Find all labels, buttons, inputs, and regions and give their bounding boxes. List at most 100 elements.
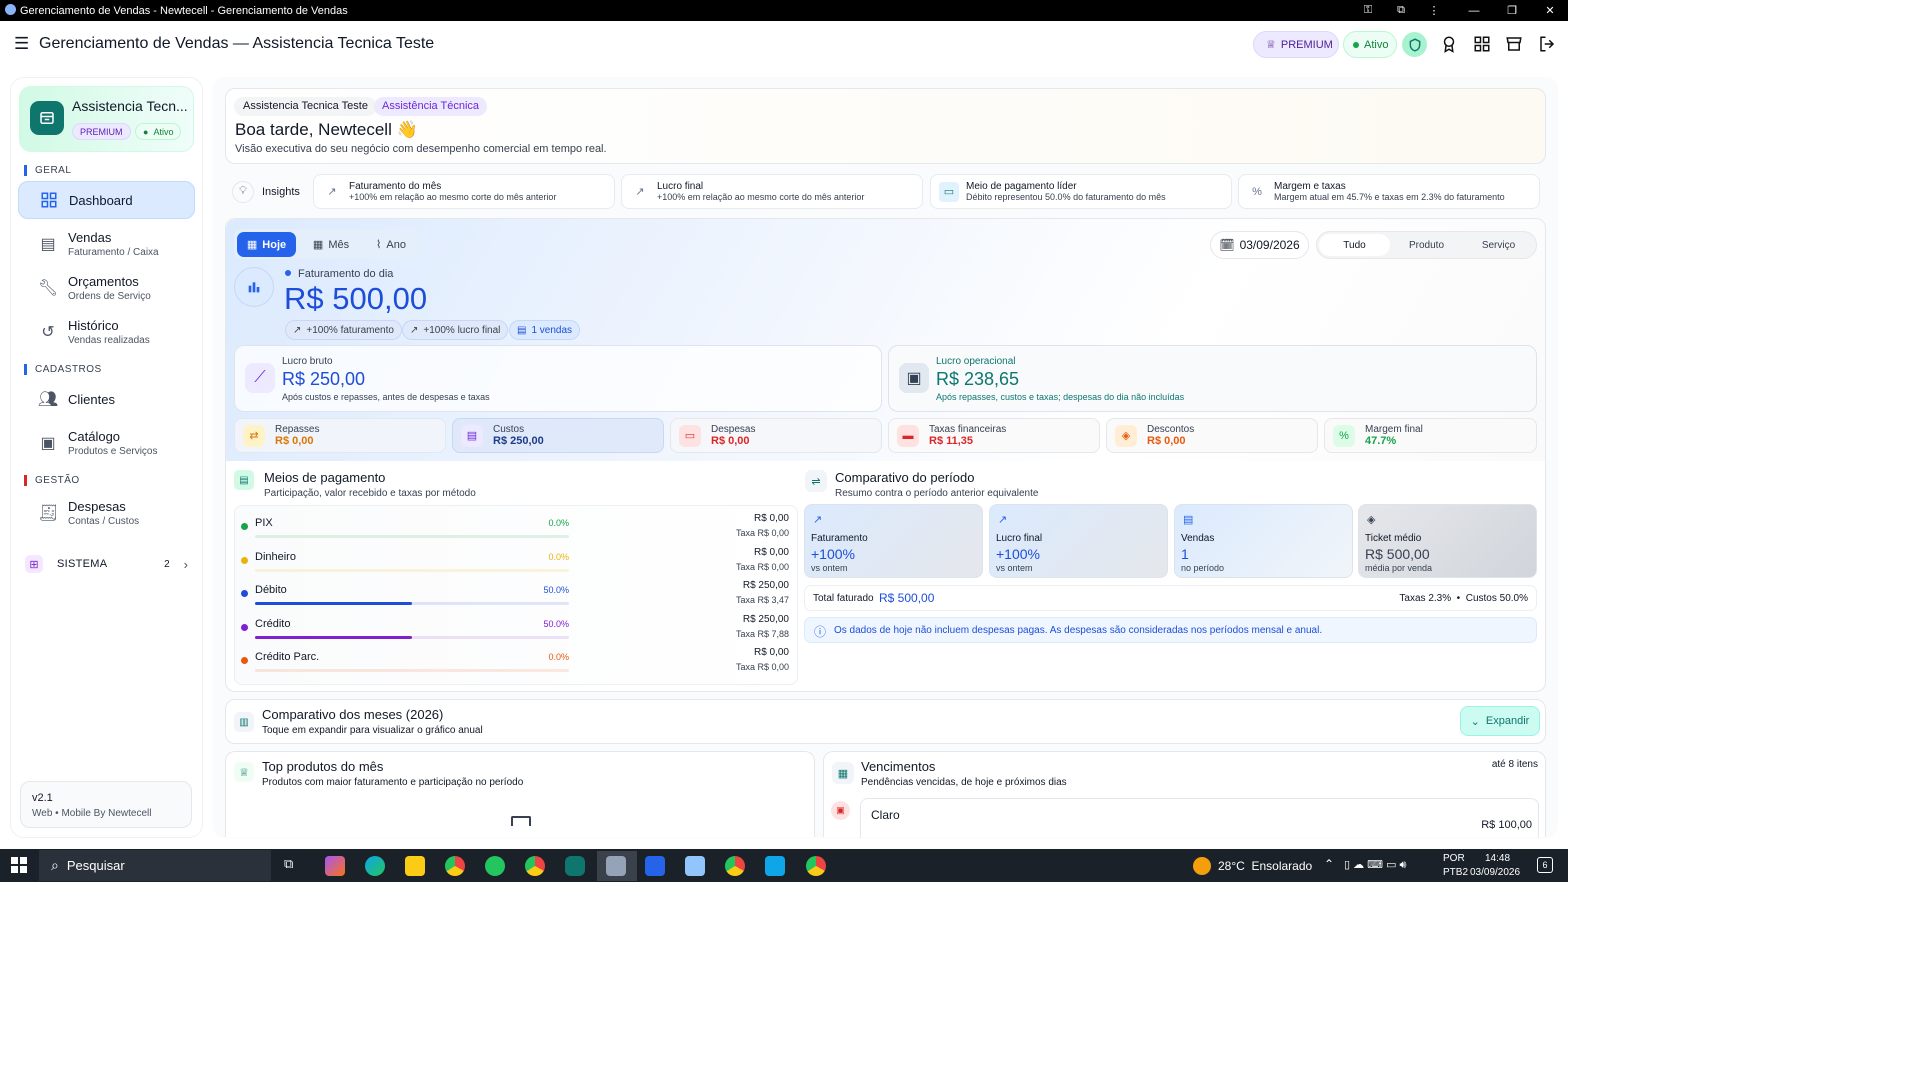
sidebar-item-historico[interactable]: ↺ Histórico Vendas realizadas bbox=[18, 313, 195, 351]
app-icon[interactable] bbox=[765, 856, 785, 876]
metric-label: Custos bbox=[493, 424, 525, 435]
sidebar-item-sub: Faturamento / Caixa bbox=[68, 247, 159, 258]
clock-time[interactable]: 14:48 bbox=[1485, 853, 1510, 864]
language-code[interactable]: POR bbox=[1443, 853, 1465, 864]
taskbar-search[interactable]: ⌕ Pesquisar bbox=[39, 850, 271, 881]
sidebar-item-label: Dashboard bbox=[69, 192, 133, 208]
extension-icon[interactable]: ⧉ bbox=[1383, 0, 1419, 21]
menu-icon[interactable]: ☰ bbox=[14, 34, 29, 54]
receipt-icon: 🧾︎ bbox=[37, 505, 59, 522]
badge-label: +100% faturamento bbox=[306, 324, 394, 336]
box-icon: ▣ bbox=[40, 435, 56, 452]
due-item[interactable]: Claro R$ 100,00 bbox=[860, 798, 1539, 838]
calendar-icon: 🗓︎ bbox=[1219, 238, 1235, 252]
insight-card[interactable]: ↗ Faturamento do mês +100% em relação ao m… bbox=[313, 174, 615, 209]
chart-line-icon: ⌇ bbox=[376, 239, 382, 251]
insight-card[interactable]: ↗ Lucro final +100% em relação ao mesmo co… bbox=[621, 174, 923, 209]
section-geral: GERAL bbox=[24, 165, 71, 176]
more-icon[interactable]: ⋮ bbox=[1416, 0, 1452, 21]
compare-label: Vendas bbox=[1181, 533, 1215, 544]
payment-tax: Taxa R$ 0,00 bbox=[735, 662, 789, 672]
keyboard-layout[interactable]: PTB2 bbox=[1443, 867, 1468, 878]
store-icon[interactable] bbox=[1505, 35, 1523, 58]
insight-sub: Débito representou 50.0% do faturamento … bbox=[966, 192, 1166, 202]
receipt-icon: ▭ bbox=[679, 424, 701, 447]
app-header: ☰ Gerenciamento de Vendas — Assistencia … bbox=[0, 21, 1568, 68]
badge-faturamento: ↗ +100% faturamento bbox=[285, 320, 402, 340]
store-name: Assistencia Tecn... bbox=[72, 98, 188, 114]
chevron-up-icon[interactable]: ⌃ bbox=[1324, 857, 1334, 871]
sidebar-item-catalogo[interactable]: ▣ Catálogo Produtos e Serviços bbox=[18, 424, 195, 462]
vscode-icon[interactable] bbox=[645, 856, 665, 876]
windows-start-icon[interactable] bbox=[11, 857, 27, 878]
status-label: Ativo bbox=[153, 126, 174, 137]
restore-button[interactable]: ❐ bbox=[1494, 0, 1530, 21]
copilot-icon[interactable] bbox=[325, 856, 345, 876]
metric-despesas: ▭ Despesas R$ 0,00 bbox=[670, 418, 882, 453]
chrome-icon[interactable] bbox=[445, 856, 465, 876]
payment-name: Débito bbox=[255, 584, 287, 596]
gross-profit-label: Lucro bruto bbox=[282, 356, 333, 367]
filter-tudo[interactable]: Tudo bbox=[1319, 234, 1390, 256]
award-icon[interactable] bbox=[1440, 35, 1458, 58]
sidebar-item-vendas[interactable]: ▤ Vendas Faturamento / Caixa bbox=[18, 225, 195, 263]
sidebar-item-sistema[interactable]: ⊞ SISTEMA 2 › bbox=[25, 552, 188, 576]
date-picker[interactable]: 🗓︎ 03/09/2026 bbox=[1210, 231, 1309, 259]
task-view-icon[interactable]: ⧉ bbox=[284, 856, 304, 876]
insight-card[interactable]: % Margem e taxas Margem atual em 45.7% e t… bbox=[1238, 174, 1540, 209]
grid-icon[interactable] bbox=[1473, 35, 1491, 58]
payment-row: Crédito Parc. 0.0% R$ 0,00 Taxa R$ 0,00 bbox=[238, 643, 798, 677]
store-card[interactable]: Assistencia Tecn... PREMIUM ● Ativo bbox=[19, 86, 194, 152]
bar-chart-icon: ▥ bbox=[234, 712, 254, 732]
sidebar-item-clientes[interactable]: 👥︎ Clientes bbox=[18, 380, 195, 418]
app-store-icon[interactable] bbox=[565, 856, 585, 876]
wallet-icon: ▭ bbox=[939, 181, 959, 202]
comparison-sub: Resumo contra o período anterior equival… bbox=[835, 488, 1039, 499]
sidebar-item-dashboard[interactable]: Dashboard bbox=[18, 181, 195, 219]
tray-icons[interactable]: ▯ ☁ ⌨ ▭ 🔊︎ bbox=[1344, 858, 1406, 872]
notepad-icon[interactable] bbox=[685, 856, 705, 876]
sidebar-item-label: Despesas bbox=[68, 499, 126, 514]
key-icon[interactable]: ⚿ bbox=[1350, 0, 1386, 21]
tab-mes[interactable]: ▦ Mês bbox=[305, 232, 357, 257]
insight-card[interactable]: ▭ Meio de pagamento líder Débito represent… bbox=[930, 174, 1232, 209]
sidebar-item-orcamentos[interactable]: 🔧︎ Orçamentos Ordens de Serviço bbox=[18, 269, 195, 307]
due-limit: até 8 itens bbox=[1491, 759, 1538, 770]
compare-label: Lucro final bbox=[996, 533, 1043, 544]
tag-icon: ◈ bbox=[1115, 424, 1137, 447]
expand-button[interactable]: ⌄ Expandir bbox=[1460, 706, 1540, 736]
compare-card-ticket: ◈ Ticket médio R$ 500,00 média por venda bbox=[1358, 504, 1537, 578]
comparison-title: Comparativo do período bbox=[835, 470, 975, 485]
payment-row: Dinheiro 0.0% R$ 0,00 Taxa R$ 0,00 bbox=[238, 543, 798, 577]
logout-icon[interactable] bbox=[1538, 35, 1556, 58]
chrome-icon[interactable] bbox=[725, 856, 745, 876]
payment-tax: Taxa R$ 3,47 bbox=[735, 595, 789, 605]
register-icon: ▤ bbox=[40, 236, 56, 253]
filter-servico[interactable]: Serviço bbox=[1463, 234, 1534, 256]
compare-value: +100% bbox=[996, 546, 1040, 562]
sidebar-item-despesas[interactable]: 🧾︎ Despesas Contas / Custos bbox=[18, 494, 195, 532]
tab-hoje[interactable]: ▦ Hoje bbox=[237, 232, 296, 257]
filter-produto[interactable]: Produto bbox=[1391, 234, 1462, 256]
award-icon: ♕ bbox=[1266, 39, 1276, 51]
tab-ano[interactable]: ⌇ Ano bbox=[366, 232, 416, 257]
sidebar-item-label: Histórico bbox=[68, 318, 119, 333]
whatsapp-icon[interactable] bbox=[485, 856, 505, 876]
payment-track bbox=[255, 602, 569, 605]
edge-icon[interactable] bbox=[365, 856, 385, 876]
weather-text[interactable]: 28°C Ensolarado bbox=[1218, 859, 1312, 873]
chrome-icon[interactable] bbox=[525, 856, 545, 876]
close-button[interactable]: ✕ bbox=[1532, 0, 1568, 21]
clock-date[interactable]: 03/09/2026 bbox=[1470, 867, 1520, 878]
app-icon[interactable] bbox=[606, 856, 626, 876]
tab-label: Mês bbox=[328, 238, 350, 251]
insight-title: Faturamento do mês bbox=[349, 181, 442, 192]
metric-custos: ▤ Custos R$ 250,00 bbox=[452, 418, 664, 453]
minimize-button[interactable]: — bbox=[1456, 0, 1492, 21]
explorer-icon[interactable] bbox=[405, 856, 425, 876]
shield-icon[interactable] bbox=[1402, 32, 1427, 57]
chrome-icon[interactable] bbox=[806, 856, 826, 876]
notification-icon[interactable]: 6 bbox=[1537, 857, 1553, 873]
segment-tag: Assistência Técnica bbox=[374, 97, 488, 116]
page-title: Gerenciamento de Vendas — Assistencia Te… bbox=[39, 35, 435, 52]
